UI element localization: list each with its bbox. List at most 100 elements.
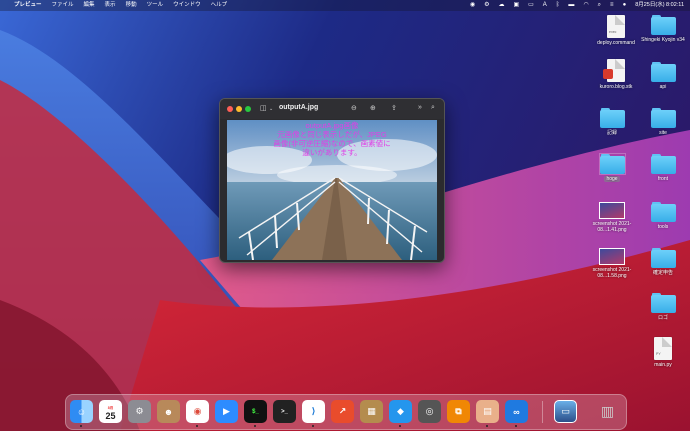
menu-bar: プレビュー ファイル 編集 表示 移動 ツール ウインドウ ヘルプ ◉ ⚙ ☁ … (0, 0, 690, 11)
menu-file[interactable]: ファイル (52, 0, 74, 11)
overlay-line: 画像(非可逆圧縮)なので、画素値に (273, 139, 391, 148)
desktop-item-hoge-folder[interactable]: hoge (587, 153, 637, 182)
search-icon[interactable]: ⌕ (431, 104, 435, 112)
menu-go[interactable]: 移動 (126, 0, 137, 11)
desktop-item-front-folder[interactable]: front (638, 154, 688, 182)
zoom-icon[interactable]: ▶ (215, 400, 238, 423)
bluetooth-icon[interactable]: ᛒ (556, 0, 560, 11)
share-icon[interactable]: ⇪ (391, 104, 397, 112)
menu-tools[interactable]: ツール (147, 0, 164, 11)
desktop-item-records-folder[interactable]: 記録 (587, 108, 637, 136)
running-indicator (80, 425, 82, 427)
overlay-line: 元画像と同じ表示しだが、JPEG (277, 130, 387, 139)
folder-icon (650, 154, 676, 174)
input-source-indicator[interactable]: A (543, 0, 547, 11)
desktop-item-label: front (657, 176, 668, 182)
desktop-item-label: deploy.command (597, 40, 635, 46)
desktop-item-deploy-command[interactable]: exec deploy.command (591, 15, 641, 46)
overlay-line: 違いがあります。 (302, 148, 362, 157)
quicktime-icon[interactable]: ◎ (418, 400, 441, 423)
menu-help[interactable]: ヘルプ (211, 0, 228, 11)
archive-utility-icon[interactable]: ▦ (360, 400, 383, 423)
preview-window[interactable]: ◫ ⌄ outputA.jpg ⊖ ⊕ ⇪ » ⌕ outputA.jpg画像 … (219, 98, 445, 263)
vpn-icon[interactable]: ◉ (470, 0, 475, 11)
zoom-button[interactable] (245, 106, 251, 112)
chrome-icon[interactable]: ◉ (186, 400, 209, 423)
desktop-item-tools-folder[interactable]: tools (638, 202, 688, 230)
overlay-line: outputA.jpg画像 (305, 121, 359, 130)
desktop-item-label: ロゴ (657, 315, 668, 321)
menu-view[interactable]: 表示 (105, 0, 116, 11)
running-indicator (312, 425, 314, 427)
window-titlebar[interactable]: ◫ ⌄ outputA.jpg ⊖ ⊕ ⇪ » ⌕ (220, 99, 444, 119)
desktop-item-label: site (659, 130, 667, 136)
desktop-item-shingeki-folder[interactable]: Shingeki Kyojin v34 (638, 15, 688, 43)
window-title: outputA.jpg (279, 104, 319, 111)
desktop-item-logo-folder[interactable]: ロゴ (638, 293, 688, 321)
desktop-item-label: main.py (654, 362, 672, 368)
screenshot-thumbnail-icon[interactable]: ▭ (554, 400, 577, 423)
vscode-icon[interactable]: ⟩ (302, 400, 325, 423)
wifi-icon[interactable]: ◠ (583, 0, 588, 11)
desktop-item-screenshot-1[interactable]: screenshot 2021-08...1.41.png (587, 202, 637, 233)
desktop-item-main-py[interactable]: PY main.py (638, 337, 688, 368)
terminal-icon[interactable]: >_ (273, 400, 296, 423)
status-area: ◉ ⚙ ☁ ▣ ▭ A ᛒ ▬ ◠ ⌕ ≡ ● 8月25日(水) 8:02:11 (461, 0, 684, 11)
folder-icon (650, 202, 676, 222)
folder-icon (650, 62, 676, 82)
finder-icon[interactable]: ☺ (70, 400, 93, 423)
contacts-icon[interactable]: ☻ (157, 400, 180, 423)
desktop-item-tax-folder[interactable]: 確定申告 (638, 248, 688, 276)
menu-edit[interactable]: 編集 (84, 0, 95, 11)
zoom-in-icon[interactable]: ⊕ (370, 104, 376, 112)
desktop-item-label: screenshot 2021-08...1.41.png (592, 221, 632, 233)
desktop-item-label: 記録 (606, 130, 617, 136)
desktop-item-label: api (659, 84, 667, 90)
zoom-out-icon[interactable]: ⊖ (351, 104, 357, 112)
drawio-icon[interactable]: ⧉ (447, 400, 470, 423)
camera-icon[interactable]: ▣ (513, 0, 519, 11)
folder-icon (650, 293, 676, 313)
menu-clock[interactable]: 8月25日(水) 8:02:11 (635, 0, 684, 11)
calendar-icon[interactable]: 8月 25 (99, 400, 122, 423)
cloud-icon[interactable]: ☁ (498, 0, 504, 11)
desktop-item-label: hoge (604, 176, 620, 182)
running-indicator (515, 425, 517, 427)
image-overlay-text: outputA.jpg画像 元画像と同じ表示しだが、JPEG 画像(非可逆圧縮)… (227, 121, 437, 157)
preview-icon[interactable]: ▤ (476, 400, 499, 423)
display-icon[interactable]: ▭ (528, 0, 534, 11)
trash-icon[interactable]: ▥ (596, 400, 619, 423)
gear-status-icon[interactable]: ⚙ (484, 0, 489, 11)
stickies-document-icon (603, 59, 625, 82)
battery-icon[interactable]: ▬ (568, 0, 574, 11)
more-icon[interactable]: » (418, 104, 422, 111)
control-center-icon[interactable]: ≡ (610, 0, 614, 11)
desktop-item-screenshot-2[interactable]: screenshot 2021-08...1.58.png (587, 248, 637, 279)
siri-icon[interactable]: ● (623, 0, 627, 11)
menu-app[interactable]: プレビュー (14, 0, 42, 11)
desktop-item-api-folder[interactable]: api (638, 62, 688, 90)
docker-icon[interactable]: ◆ (389, 400, 412, 423)
desktop-item-kuroro-blog[interactable]: kuroro.blog.stk (591, 59, 641, 90)
menu-window[interactable]: ウインドウ (173, 0, 201, 11)
running-indicator (486, 425, 488, 427)
running-indicator (196, 425, 198, 427)
desktop-item-site-folder[interactable]: site (638, 108, 688, 136)
folder-icon (650, 108, 676, 128)
desktop-item-label: screenshot 2021-08...1.58.png (592, 267, 632, 279)
desktop-item-label: kuroro.blog.stk (599, 84, 633, 90)
close-button[interactable] (227, 106, 233, 112)
search-icon[interactable]: ⌕ (598, 0, 601, 11)
desktop-item-label: Shingeki Kyojin v34 (641, 37, 685, 43)
calendar-day: 25 (105, 410, 116, 421)
folder-icon (650, 15, 676, 35)
minimize-button[interactable] (236, 106, 242, 112)
iterm-icon[interactable]: $_ (244, 400, 267, 423)
stock-app-icon[interactable]: ↗ (331, 400, 354, 423)
python-file-icon: PY (654, 337, 672, 360)
infinity-app-icon[interactable]: ∞ (505, 400, 528, 423)
system-preferences-icon[interactable]: ⚙ (128, 400, 151, 423)
chevron-down-icon[interactable]: ⌄ (269, 106, 273, 112)
desktop-item-label: tools (657, 224, 669, 230)
sidebar-toggle-icon[interactable]: ◫ (260, 104, 267, 112)
